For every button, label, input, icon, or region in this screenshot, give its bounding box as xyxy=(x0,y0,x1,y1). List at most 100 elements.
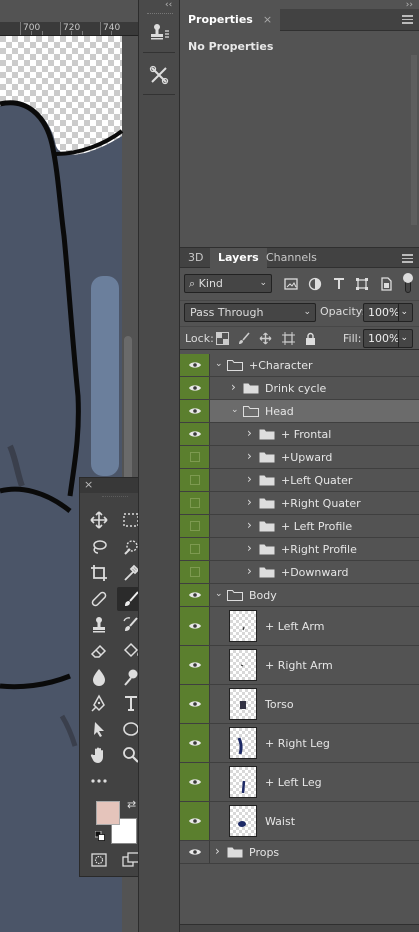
visibility-toggle[interactable] xyxy=(180,538,210,560)
visibility-toggle[interactable] xyxy=(180,423,210,445)
layer-row[interactable]: + Left Arm xyxy=(180,607,419,646)
visibility-toggle[interactable] xyxy=(180,584,210,606)
close-icon[interactable]: × xyxy=(263,13,272,26)
layer-row[interactable]: Waist xyxy=(180,802,419,841)
adjustment-filter-icon[interactable] xyxy=(308,277,322,291)
filter-toggle[interactable] xyxy=(403,273,413,293)
more-tools[interactable] xyxy=(85,769,113,793)
filter-kind-value: Kind xyxy=(198,277,223,290)
grip-handle[interactable] xyxy=(147,13,173,16)
healing-brush-tool[interactable] xyxy=(85,587,113,611)
filter-kind-select[interactable]: ⌕ Kind ⌄ xyxy=(184,274,272,293)
visibility-toggle[interactable] xyxy=(180,841,210,863)
layer-group-row[interactable]: › + Left Profile xyxy=(180,515,419,538)
chevron-down-icon[interactable]: ⌄ xyxy=(400,304,408,321)
chevron-right-icon[interactable]: › xyxy=(247,495,252,509)
opacity-field[interactable]: 100% ⌄ xyxy=(363,303,413,322)
chevron-right-icon[interactable]: › xyxy=(247,426,252,440)
shape-filter-icon[interactable] xyxy=(355,277,369,291)
foreground-color-swatch[interactable] xyxy=(96,801,120,825)
chevron-right-icon[interactable]: › xyxy=(247,449,252,463)
visibility-toggle[interactable] xyxy=(180,515,210,537)
scrollbar[interactable] xyxy=(411,55,417,225)
path-select-tool[interactable] xyxy=(85,717,113,741)
visibility-toggle[interactable] xyxy=(180,561,210,583)
image-filter-icon[interactable] xyxy=(284,277,298,291)
visibility-toggle[interactable] xyxy=(180,802,210,840)
lock-position-icon[interactable] xyxy=(259,332,272,345)
tab-channels[interactable]: Channels xyxy=(258,248,325,268)
close-icon[interactable]: × xyxy=(84,478,93,491)
layer-group-row[interactable]: › Drink cycle xyxy=(180,377,419,400)
chevron-down-icon[interactable]: ⌄ xyxy=(215,359,223,369)
chevron-right-icon[interactable]: › xyxy=(247,518,252,532)
tab-properties[interactable]: Properties × xyxy=(180,9,281,31)
chevron-right-icon[interactable]: › xyxy=(247,472,252,486)
crop-tool[interactable] xyxy=(85,561,113,585)
visibility-toggle[interactable] xyxy=(180,763,210,801)
pen-tool[interactable] xyxy=(85,691,113,715)
chevron-right-icon[interactable]: › xyxy=(231,380,236,394)
pen-icon xyxy=(91,694,105,712)
clone-source-panel-button[interactable] xyxy=(142,20,176,46)
chevron-down-icon[interactable]: ⌄ xyxy=(215,589,223,599)
visibility-toggle[interactable] xyxy=(180,724,210,762)
layer-group-row[interactable]: › + Frontal xyxy=(180,423,419,446)
layer-row[interactable]: + Right Leg xyxy=(180,724,419,763)
clone-stamp-tool[interactable] xyxy=(85,613,113,637)
lock-pixels-icon[interactable] xyxy=(237,332,250,345)
visibility-toggle[interactable] xyxy=(180,492,210,514)
layers-panel: 3D Layers Channels ⌕ Kind ⌄ Pass Through… xyxy=(180,247,419,932)
panel-menu-icon[interactable] xyxy=(402,15,413,24)
open-folder-icon xyxy=(227,360,243,371)
layer-group-row[interactable]: › +Left Quater xyxy=(180,469,419,492)
layer-name: + Right Arm xyxy=(265,659,333,672)
visibility-toggle[interactable] xyxy=(180,377,210,399)
layer-group-row[interactable]: › +Right Profile xyxy=(180,538,419,561)
visibility-toggle[interactable] xyxy=(180,469,210,491)
quick-mask-button[interactable] xyxy=(85,848,113,872)
panel-menu-icon[interactable] xyxy=(402,254,413,263)
eraser-tool[interactable] xyxy=(85,639,113,663)
lock-artboard-icon[interactable] xyxy=(282,332,295,345)
layer-group-row[interactable]: ⌄ Body xyxy=(180,584,419,607)
move-tool[interactable] xyxy=(85,508,113,532)
layer-row[interactable]: Torso xyxy=(180,685,419,724)
tab-3d[interactable]: 3D xyxy=(180,248,211,268)
swap-colors-icon[interactable]: ⇄ xyxy=(127,798,136,811)
smart-object-filter-icon[interactable] xyxy=(379,277,393,291)
layer-group-row[interactable]: › +Downward xyxy=(180,561,419,584)
layer-row[interactable]: + Left Leg xyxy=(180,763,419,802)
visibility-toggle[interactable] xyxy=(180,354,210,376)
lock-all-icon[interactable] xyxy=(304,332,317,345)
visibility-toggle[interactable] xyxy=(180,446,210,468)
layer-group-row[interactable]: › Props xyxy=(180,841,419,864)
visibility-toggle[interactable] xyxy=(180,607,210,645)
chevron-down-icon[interactable]: ⌄ xyxy=(231,405,239,415)
layer-row[interactable]: + Right Arm xyxy=(180,646,419,685)
type-filter-icon[interactable] xyxy=(332,277,346,291)
blend-mode-select[interactable]: Pass Through ⌄ xyxy=(184,303,316,322)
fill-field[interactable]: 100% ⌄ xyxy=(363,329,413,348)
layer-group-row[interactable]: ⌄ Head xyxy=(180,400,419,423)
visibility-toggle[interactable] xyxy=(180,400,210,422)
layer-group-row[interactable]: › +Right Quater xyxy=(180,492,419,515)
blur-tool[interactable] xyxy=(85,665,113,689)
grip-handle[interactable] xyxy=(102,496,128,503)
lock-transparent-icon[interactable] xyxy=(216,332,229,345)
stamp-list-icon xyxy=(151,24,169,40)
chevron-right-icon[interactable]: › xyxy=(247,541,252,555)
visibility-toggle[interactable] xyxy=(180,685,210,723)
collapse-icon[interactable]: ‹‹ xyxy=(165,0,172,10)
chevron-right-icon[interactable]: › xyxy=(247,564,252,578)
tool-presets-panel-button[interactable] xyxy=(142,62,176,88)
default-colors-icon[interactable] xyxy=(95,831,105,841)
layer-group-row[interactable]: › +Upward xyxy=(180,446,419,469)
hand-tool[interactable] xyxy=(85,743,113,767)
layer-group-row[interactable]: ⌄ +Character xyxy=(180,354,419,377)
lasso-tool[interactable] xyxy=(85,535,113,559)
chevron-down-icon[interactable]: ⌄ xyxy=(400,330,408,347)
chevron-right-icon[interactable]: › xyxy=(215,844,220,858)
folder-icon xyxy=(259,498,275,509)
visibility-toggle[interactable] xyxy=(180,646,210,684)
